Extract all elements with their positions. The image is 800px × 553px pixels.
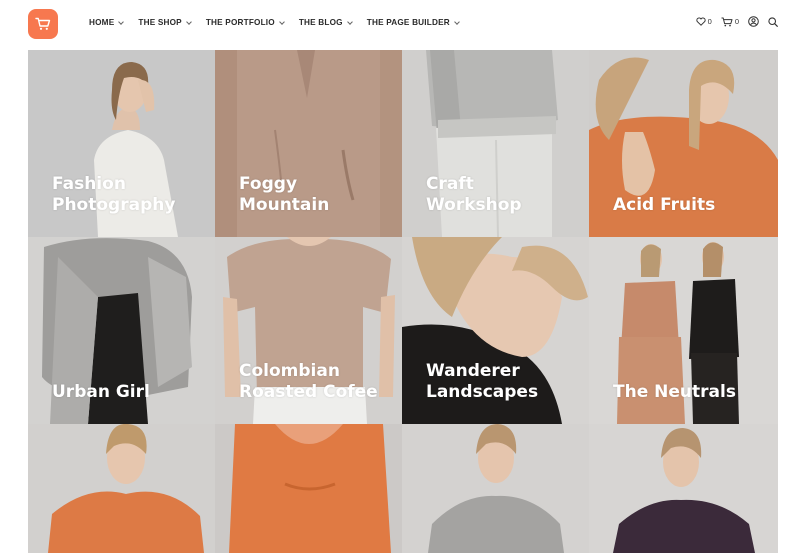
- wishlist-count: 0: [707, 17, 712, 26]
- portfolio-tile-colombian-roasted-cofee[interactable]: Colombian Roasted Cofee: [215, 237, 402, 424]
- nav-item-label: THE BLOG: [298, 18, 343, 27]
- cart-button[interactable]: 0: [721, 17, 739, 27]
- nav-item-label: THE PORTFOLIO: [205, 18, 275, 27]
- nav-item-shop[interactable]: THE SHOP: [138, 18, 192, 27]
- portfolio-tile[interactable]: [28, 424, 215, 553]
- portfolio-image: [215, 424, 402, 553]
- nav-item-portfolio[interactable]: THE PORTFOLIO: [205, 18, 285, 27]
- nav-item-blog[interactable]: THE BLOG: [298, 18, 353, 27]
- portfolio-tile-urban-girl[interactable]: Urban Girl: [28, 237, 215, 424]
- tile-title: Acid Fruits: [613, 195, 716, 215]
- tile-title: Wanderer Landscapes: [426, 361, 539, 402]
- portfolio-tile[interactable]: [402, 424, 589, 553]
- search-button[interactable]: [768, 16, 778, 27]
- shopping-cart-icon: [35, 17, 51, 30]
- header-tools: 0 0: [696, 16, 778, 27]
- site-header: HOME THE SHOP THE PORTFOLIO THE BLOG THE…: [0, 0, 800, 50]
- portfolio-tile[interactable]: [215, 424, 402, 553]
- portfolio-tile[interactable]: [589, 424, 778, 553]
- portfolio-image: [28, 424, 215, 553]
- search-icon: [768, 16, 778, 27]
- portfolio-tile-fashion-photography[interactable]: Fashion Photography: [28, 50, 215, 237]
- portfolio-grid: Fashion Photography Foggy Mountain Craft…: [28, 50, 778, 553]
- portfolio-image: [589, 424, 778, 553]
- portfolio-tile-the-neutrals[interactable]: The Neutrals: [589, 237, 778, 424]
- tile-title: Craft Workshop: [426, 174, 522, 215]
- portfolio-tile-acid-fruits[interactable]: Acid Fruits: [589, 50, 778, 237]
- portfolio-tile-wanderer-landscapes[interactable]: Wanderer Landscapes: [402, 237, 589, 424]
- nav-item-label: HOME: [89, 18, 115, 27]
- heart-icon: [696, 17, 706, 26]
- nav-item-label: THE SHOP: [138, 18, 182, 27]
- tile-title: Colombian Roasted Cofee: [239, 361, 378, 402]
- site-logo[interactable]: [28, 9, 58, 39]
- portfolio-tile-craft-workshop[interactable]: Craft Workshop: [402, 50, 589, 237]
- chevron-down-icon: [346, 18, 353, 25]
- chevron-down-icon: [279, 18, 285, 25]
- chevron-down-icon: [118, 18, 125, 25]
- wishlist-button[interactable]: 0: [696, 17, 712, 26]
- tile-title: Urban Girl: [52, 382, 150, 402]
- chevron-down-icon: [185, 18, 192, 25]
- chevron-down-icon: [454, 18, 460, 25]
- tile-title: Fashion Photography: [52, 174, 176, 215]
- user-icon: [748, 16, 759, 27]
- portfolio-tile-foggy-mountain[interactable]: Foggy Mountain: [215, 50, 402, 237]
- account-button[interactable]: [748, 16, 759, 27]
- nav-item-home[interactable]: HOME: [89, 18, 125, 27]
- cart-count: 0: [734, 17, 739, 26]
- tile-title: Foggy Mountain: [239, 174, 330, 215]
- portfolio-image: [402, 424, 589, 553]
- tile-title: The Neutrals: [613, 382, 736, 402]
- cart-icon: [721, 17, 733, 26]
- nav-item-label: THE PAGE BUILDER: [366, 18, 450, 27]
- nav-item-page-builder[interactable]: THE PAGE BUILDER: [366, 18, 460, 27]
- main-nav: HOME THE SHOP THE PORTFOLIO THE BLOG THE…: [89, 18, 460, 27]
